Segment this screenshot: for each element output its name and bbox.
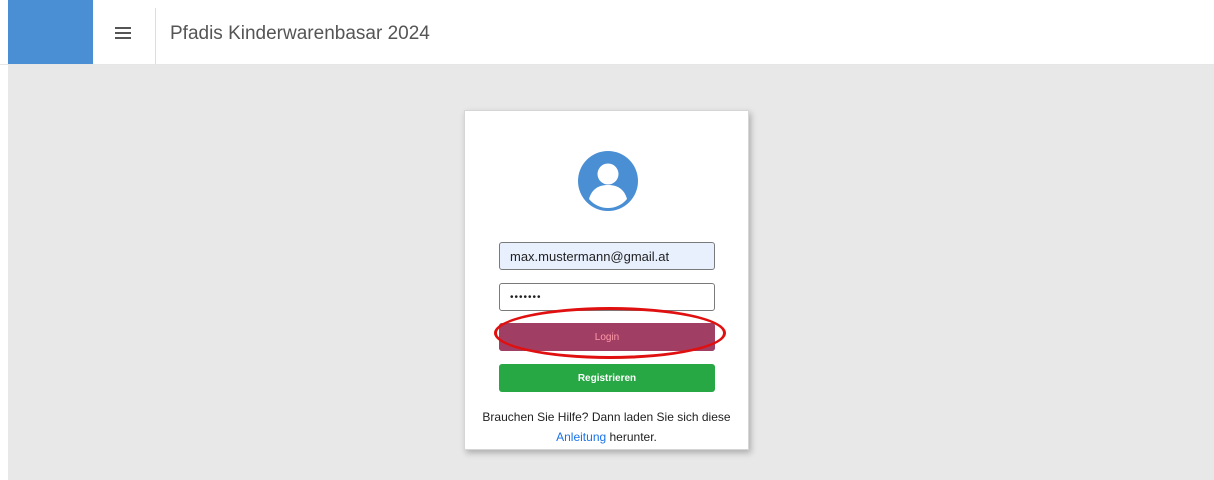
hamburger-menu-icon[interactable]: [108, 18, 138, 48]
help-text-prefix: Brauchen Sie Hilfe? Dann laden Sie sich …: [482, 410, 731, 424]
email-field[interactable]: [499, 242, 715, 270]
help-text: Brauchen Sie Hilfe? Dann laden Sie sich …: [465, 407, 748, 447]
help-text-suffix: herunter.: [606, 430, 657, 444]
manual-download-link[interactable]: Anleitung: [556, 430, 606, 444]
top-header: Pfadis Kinderwarenbasar 2024: [0, 0, 1214, 65]
header-divider: [155, 8, 156, 64]
brand-logo-block[interactable]: [8, 0, 93, 64]
password-field[interactable]: [499, 283, 715, 311]
app-title: Pfadis Kinderwarenbasar 2024: [170, 23, 430, 44]
login-button[interactable]: [499, 323, 715, 351]
login-card: Login Registrieren Brauchen Sie Hilfe? D…: [464, 110, 749, 450]
register-button[interactable]: Registrieren: [499, 364, 715, 392]
user-circle-icon: [578, 151, 638, 211]
